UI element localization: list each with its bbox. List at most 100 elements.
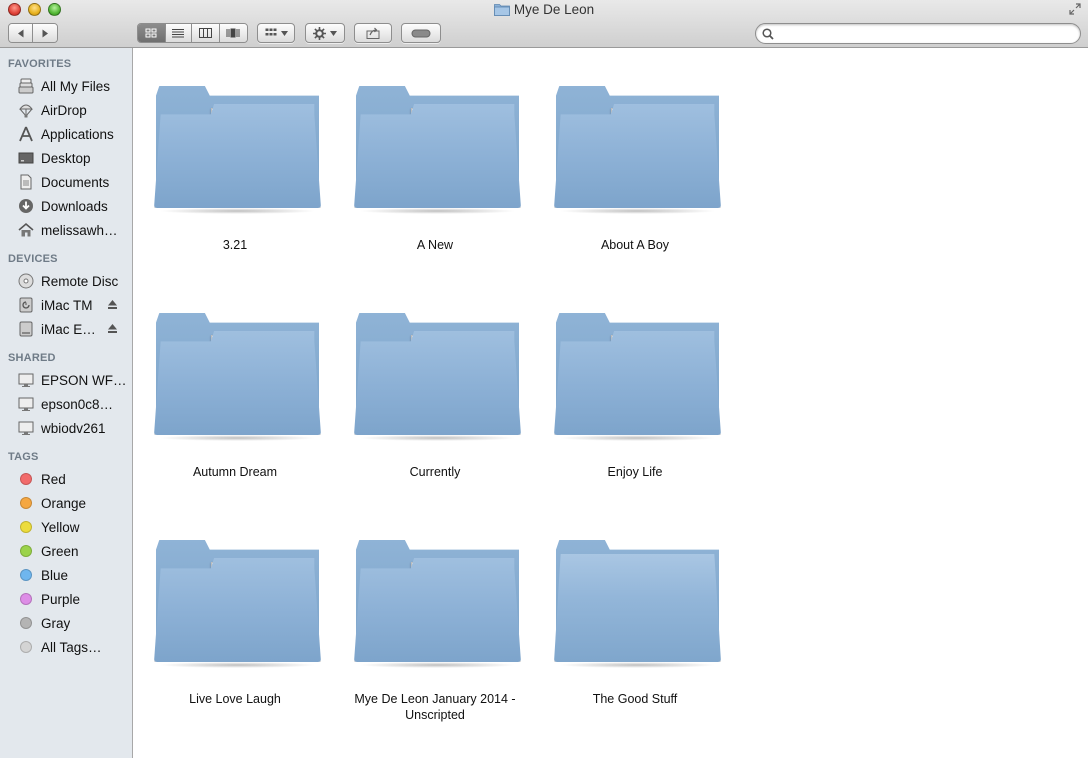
folder-icon-grid: 3.21 A New About A Boy Autumn Dream Currentl… xyxy=(134,48,1088,758)
folder-item[interactable]: About A Boy xyxy=(535,48,735,252)
sidebar-tag-item[interactable]: Orange xyxy=(0,492,132,514)
tag-color-dot-icon xyxy=(20,593,32,605)
folder-name-label: The Good Stuff xyxy=(592,692,678,706)
icon-view-button[interactable] xyxy=(138,24,166,42)
sidebar-item-imac-e[interactable]: iMac E… xyxy=(0,318,132,340)
folder-item[interactable]: 3.21 xyxy=(135,48,335,252)
tag-icon xyxy=(411,29,431,37)
zoom-window-button[interactable] xyxy=(48,3,61,16)
folder-icon[interactable] xyxy=(554,86,721,214)
eject-icon[interactable] xyxy=(107,322,118,337)
sidebar-item-label: Applications xyxy=(41,126,114,142)
sidebar-item-label: Desktop xyxy=(41,150,91,166)
folder-icon[interactable] xyxy=(354,86,521,214)
sidebar-item-shared-0[interactable]: EPSON WF… xyxy=(0,369,132,391)
sidebar-item-home[interactable]: melissawh… xyxy=(0,219,132,241)
sidebar-item-airdrop[interactable]: AirDrop xyxy=(0,99,132,121)
share-button[interactable] xyxy=(354,23,392,43)
folder-icon[interactable] xyxy=(154,86,321,214)
eject-icon[interactable] xyxy=(107,298,118,313)
sidebar-tag-item[interactable]: Green xyxy=(0,540,132,562)
sidebar-tag-item[interactable]: Red xyxy=(0,468,132,490)
search-field[interactable] xyxy=(755,23,1081,44)
sidebar-item-label: iMac E… xyxy=(41,321,96,337)
folder-item[interactable]: The Good Stuff xyxy=(535,502,735,706)
tag-icon xyxy=(17,566,35,584)
tag-icon xyxy=(17,518,35,536)
sidebar-header-devices: DEVICES xyxy=(8,253,58,265)
grid-icon xyxy=(145,28,157,38)
sidebar-tag-item[interactable]: All Tags… xyxy=(0,636,132,658)
search-input[interactable] xyxy=(778,24,1080,43)
sidebar-item-shared-2[interactable]: wbiodv261 xyxy=(0,417,132,439)
sidebar-item-label: Downloads xyxy=(41,198,108,214)
minimize-window-button[interactable] xyxy=(28,3,41,16)
sidebar-item-label: melissawh… xyxy=(41,222,118,238)
chevron-right-icon xyxy=(42,29,48,37)
all-files-icon xyxy=(17,77,35,95)
folder-icon[interactable] xyxy=(354,313,521,441)
dropdown-arrow-icon xyxy=(280,30,288,36)
folder-name-label: Live Love Laugh xyxy=(189,692,281,706)
column-view-button[interactable] xyxy=(192,24,220,42)
applications-icon xyxy=(17,125,35,143)
chevron-left-icon xyxy=(17,29,23,37)
sidebar-header-tags: TAGS xyxy=(8,451,39,463)
sidebar-item-documents[interactable]: Documents xyxy=(0,171,132,193)
folder-icon[interactable] xyxy=(554,313,721,441)
sidebar-item-all-my-files[interactable]: All My Files xyxy=(0,75,132,97)
list-view-button[interactable] xyxy=(165,24,193,42)
folder-icon[interactable] xyxy=(154,313,321,441)
tag-icon xyxy=(17,614,35,632)
sidebar-item-shared-1[interactable]: epson0c8… xyxy=(0,393,132,415)
sidebar-tag-item[interactable]: Blue xyxy=(0,564,132,586)
tag-color-dot-icon xyxy=(20,497,32,509)
sidebar-item-remote-disc[interactable]: Remote Disc xyxy=(0,270,132,292)
sidebar-tag-label: Orange xyxy=(41,495,87,511)
folder-icon[interactable] xyxy=(554,540,721,668)
sidebar-tag-label: Red xyxy=(41,471,66,487)
window-title-text: Mye De Leon xyxy=(513,2,595,17)
folder-item[interactable]: Autumn Dream xyxy=(135,275,335,479)
sidebar-tag-item[interactable]: Purple xyxy=(0,588,132,610)
folder-item[interactable]: Mye De Leon January 2014 - Unscripted xyxy=(335,502,535,722)
tags-button[interactable] xyxy=(401,23,441,43)
forward-button[interactable] xyxy=(33,24,57,42)
close-window-button[interactable] xyxy=(8,3,21,16)
cover-flow-icon xyxy=(226,28,240,38)
tag-color-dot-icon xyxy=(20,617,32,629)
sidebar-tag-item[interactable]: Yellow xyxy=(0,516,132,538)
fullscreen-icon[interactable] xyxy=(1069,3,1082,16)
folder-item[interactable]: Live Love Laugh xyxy=(135,502,335,706)
tag-color-dot-icon xyxy=(20,545,32,557)
dropdown-arrow-icon xyxy=(330,30,337,36)
airdrop-icon xyxy=(17,101,35,119)
search-icon xyxy=(762,27,774,40)
tag-color-dot-icon xyxy=(20,521,32,533)
sidebar-tag-label: Green xyxy=(41,543,79,559)
disc-icon xyxy=(17,272,35,290)
cover-flow-view-button[interactable] xyxy=(219,24,247,42)
folder-name-label: 3.21 xyxy=(222,238,248,252)
sidebar-item-imac-tm[interactable]: iMac TM xyxy=(0,294,132,316)
sidebar-tag-item[interactable]: Gray xyxy=(0,612,132,634)
tag-icon xyxy=(17,590,35,608)
folder-item[interactable]: A New xyxy=(335,48,535,252)
folder-item[interactable]: Currently xyxy=(335,275,535,479)
share-icon xyxy=(366,27,380,39)
action-button[interactable] xyxy=(305,23,345,43)
sidebar-item-desktop[interactable]: Desktop xyxy=(0,147,132,169)
sidebar-item-downloads[interactable]: Downloads xyxy=(0,195,132,217)
sidebar-header-favorites: FAVORITES xyxy=(8,58,72,70)
folder-item[interactable]: Enjoy Life xyxy=(535,275,735,479)
back-button[interactable] xyxy=(9,24,34,42)
folder-icon[interactable] xyxy=(154,540,321,668)
monitor-icon xyxy=(17,371,35,389)
folder-icon[interactable] xyxy=(354,540,521,668)
arrange-button[interactable] xyxy=(257,23,295,43)
sidebar: FAVORITES All My Files AirDrop Applicati… xyxy=(0,48,133,758)
sidebar-item-applications[interactable]: Applications xyxy=(0,123,132,145)
sidebar-item-label: EPSON WF… xyxy=(41,372,127,388)
view-mode-control xyxy=(137,23,248,43)
columns-icon xyxy=(198,28,212,38)
